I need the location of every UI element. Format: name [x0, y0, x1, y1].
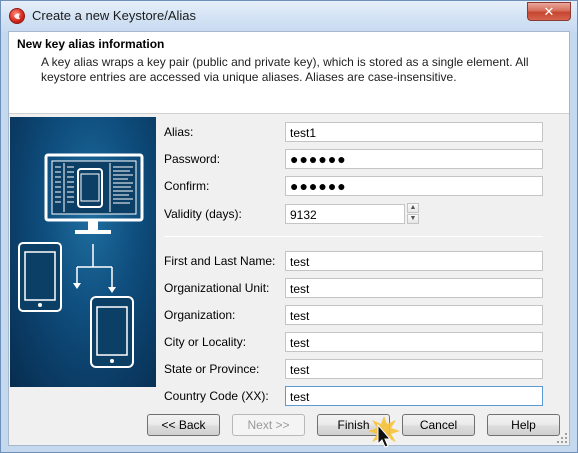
first-last-name-label: First and Last Name: [164, 254, 276, 268]
org-unit-input[interactable]: test [285, 278, 543, 298]
city-label: City or Locality: [164, 335, 247, 349]
organization-label: Organization: [164, 308, 236, 322]
devices-illustration-art [18, 153, 144, 368]
state-input[interactable]: test [285, 359, 543, 379]
cancel-button[interactable]: Cancel [402, 414, 475, 436]
city-input[interactable]: test [285, 332, 543, 352]
window-title: Create a new Keystore/Alias [32, 8, 197, 23]
form-separator [164, 236, 543, 237]
country-code-label: Country Code (XX): [164, 389, 269, 403]
alias-input[interactable]: test1 [285, 122, 543, 142]
org-unit-label: Organizational Unit: [164, 281, 270, 295]
confirm-password-input[interactable]: ●●●●●● [285, 176, 543, 196]
validity-increment-button[interactable]: ▲ [407, 203, 419, 213]
dialog-window: Create a new Keystore/Alias ✕ New key al… [0, 0, 578, 453]
validity-decrement-button[interactable]: ▼ [407, 214, 419, 224]
devices-illustration [10, 117, 156, 387]
alias-label: Alias: [164, 125, 194, 139]
validity-input[interactable]: 9132 [285, 204, 405, 224]
next-button[interactable]: Next >> [232, 414, 305, 436]
app-logo-icon [9, 8, 25, 24]
close-icon: ✕ [543, 4, 555, 19]
header-panel: New key alias information A key alias wr… [9, 32, 569, 114]
title-bar[interactable]: Create a new Keystore/Alias ✕ [1, 1, 577, 31]
close-button[interactable]: ✕ [527, 2, 571, 21]
country-code-input[interactable]: test [285, 386, 543, 406]
arrow-up-icon: ▲ [409, 204, 417, 211]
help-button[interactable]: Help [487, 414, 560, 436]
dialog-client-area: New key alias information A key alias wr… [8, 31, 570, 446]
arrow-down-icon: ▼ [409, 215, 417, 222]
resize-grip-icon[interactable] [557, 433, 567, 443]
password-label: Password: [164, 152, 221, 166]
validity-label: Validity (days): [164, 207, 242, 221]
header-description: A key alias wraps a key pair (public and… [41, 55, 529, 84]
back-button[interactable]: << Back [147, 414, 220, 436]
key-alias-form: Alias: test1 Password: ●●●●●● Confirm: ●… [159, 117, 569, 407]
state-label: State or Province: [164, 362, 260, 376]
organization-input[interactable]: test [285, 305, 543, 325]
password-input[interactable]: ●●●●●● [285, 149, 543, 169]
confirm-label: Confirm: [164, 179, 210, 193]
first-last-name-input[interactable]: test [285, 251, 543, 271]
header-title: New key alias information [17, 37, 165, 51]
mouse-cursor-icon [368, 416, 400, 448]
